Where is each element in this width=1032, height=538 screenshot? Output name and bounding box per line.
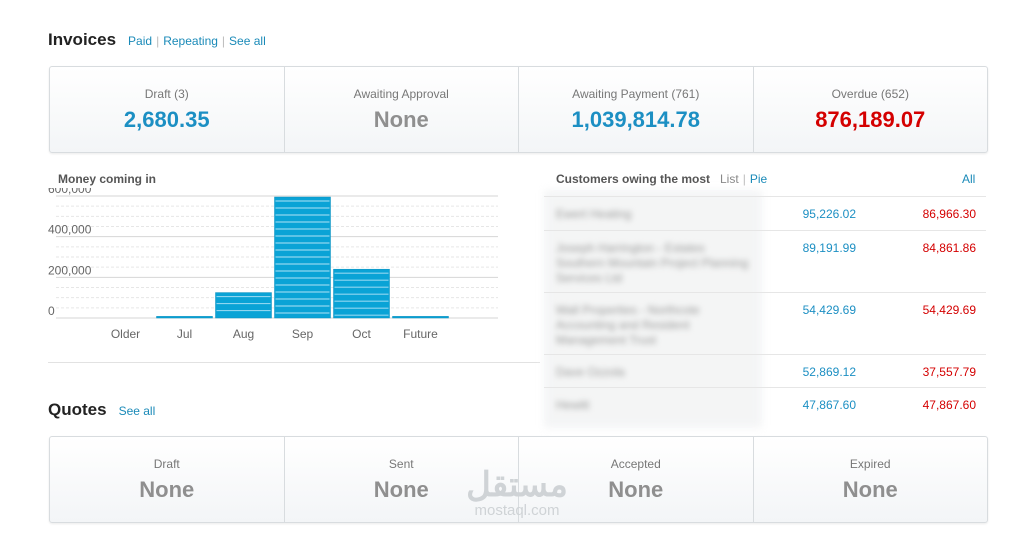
y-tick-label: 200,000	[48, 263, 92, 277]
customer-name: Hewitt	[556, 398, 590, 412]
customer-row[interactable]: Ewert Heating 95,226.02 86,966.30	[544, 196, 986, 230]
card-value: None	[139, 476, 195, 502]
card-label: Accepted	[610, 456, 661, 471]
x-tick-label: Older	[111, 327, 140, 341]
awaiting-payment-card[interactable]: Awaiting Payment (761) 1,039,814.78	[519, 67, 754, 152]
overdue-amount[interactable]: 86,966.30	[923, 207, 976, 221]
quote-summary-cards: Draft None Sent None Accepted None Expir…	[49, 436, 988, 523]
card-label: Awaiting Payment (761)	[572, 86, 700, 101]
card-value: None	[842, 476, 898, 502]
y-tick-label: 400,000	[48, 223, 92, 237]
overdue-amount[interactable]: 37,557.79	[923, 365, 976, 379]
see-all-invoices-link[interactable]: See all	[229, 34, 266, 48]
card-label: Expired	[849, 456, 891, 471]
customer-row[interactable]: Wall Properties - Northcote Accounting a…	[544, 292, 986, 354]
draft-quotes-card[interactable]: Draft None	[50, 437, 285, 522]
card-value: 2,680.35	[123, 106, 210, 132]
overdue-amount[interactable]: 47,867.60	[923, 398, 976, 412]
separator: |	[742, 172, 746, 186]
card-value: 876,189.07	[815, 106, 926, 132]
overdue-amount[interactable]: 54,429.69	[923, 303, 976, 317]
outstanding-amount[interactable]: 52,869.12	[803, 365, 856, 379]
customers-owing-title: Customers owing the most	[556, 172, 711, 186]
invoices-links: Paid | Repeating | See all	[128, 34, 266, 48]
card-label: Sent	[388, 456, 414, 471]
separator: |	[156, 34, 160, 48]
outstanding-amount[interactable]: 54,429.69	[803, 303, 856, 317]
money-coming-in-title: Money coming in	[58, 172, 157, 186]
outstanding-amount[interactable]: 89,191.99	[803, 241, 856, 255]
customers-view-links: List | Pie	[720, 172, 767, 186]
draft-invoices-card[interactable]: Draft (3) 2,680.35	[50, 67, 285, 152]
customer-row[interactable]: Dave Ozzola 52,869.12 37,557.79	[544, 354, 986, 387]
x-tick-label: Sep	[292, 327, 314, 341]
list-view-link[interactable]: List	[720, 172, 739, 186]
overdue-amount[interactable]: 84,861.86	[923, 241, 976, 255]
x-tick-label: Jul	[177, 327, 192, 341]
accepted-quotes-card[interactable]: Accepted None	[519, 437, 754, 522]
outstanding-amount[interactable]: 95,226.02	[803, 207, 856, 221]
customer-name: Joseph Harrington - Estates Southern Mou…	[556, 241, 749, 285]
see-all-quotes-link[interactable]: See all	[119, 404, 156, 418]
overdue-card[interactable]: Overdue (652) 876,189.07	[754, 67, 988, 152]
invoice-summary-cards: Draft (3) 2,680.35 Awaiting Approval Non…	[49, 66, 988, 153]
repeating-link[interactable]: Repeating	[163, 34, 218, 48]
all-customers-link[interactable]: All	[962, 172, 975, 186]
awaiting-approval-card[interactable]: Awaiting Approval None	[285, 67, 519, 152]
separator: |	[221, 34, 226, 48]
card-value: None	[373, 476, 429, 502]
expired-quotes-card[interactable]: Expired None	[754, 437, 988, 522]
pie-view-link[interactable]: Pie	[750, 172, 767, 186]
customer-name: Ewert Heating	[556, 207, 632, 221]
customer-name: Dave Ozzola	[556, 365, 625, 379]
money-coming-in-chart: 600,000 400,000 200,000 0 Older Jul Aug Sep Oct F…	[48, 188, 498, 341]
bar	[392, 316, 449, 319]
quotes-title: Quotes	[48, 400, 107, 419]
paid-link[interactable]: Paid	[128, 34, 152, 48]
y-tick-label: 600,000	[48, 188, 92, 196]
card-value: None	[608, 476, 664, 502]
x-tick-label: Oct	[352, 327, 371, 341]
bar	[156, 316, 213, 319]
card-value: 1,039,814.78	[571, 106, 700, 132]
outstanding-amount[interactable]: 47,867.60	[803, 398, 856, 412]
quotes-header: Quotes See all	[48, 400, 155, 420]
invoices-header: Invoices Paid | Repeating | See all	[48, 30, 266, 50]
divider	[48, 362, 540, 363]
y-tick-label: 0	[48, 304, 55, 318]
customer-row[interactable]: Hewitt 47,867.60 47,867.60	[544, 387, 986, 420]
quotes-links: See all	[119, 404, 156, 418]
card-label: Overdue (652)	[831, 86, 909, 101]
card-value: None	[373, 106, 429, 132]
card-label: Draft (3)	[144, 86, 189, 101]
card-label: Awaiting Approval	[353, 86, 449, 101]
x-tick-label: Future	[403, 327, 438, 341]
card-label: Draft	[153, 456, 180, 471]
x-tick-label: Aug	[233, 327, 254, 341]
customer-name: Wall Properties - Northcote Accounting a…	[556, 303, 700, 347]
invoices-title: Invoices	[48, 30, 117, 49]
customer-row[interactable]: Joseph Harrington - Estates Southern Mou…	[544, 230, 986, 292]
sent-quotes-card[interactable]: Sent None	[285, 437, 519, 522]
